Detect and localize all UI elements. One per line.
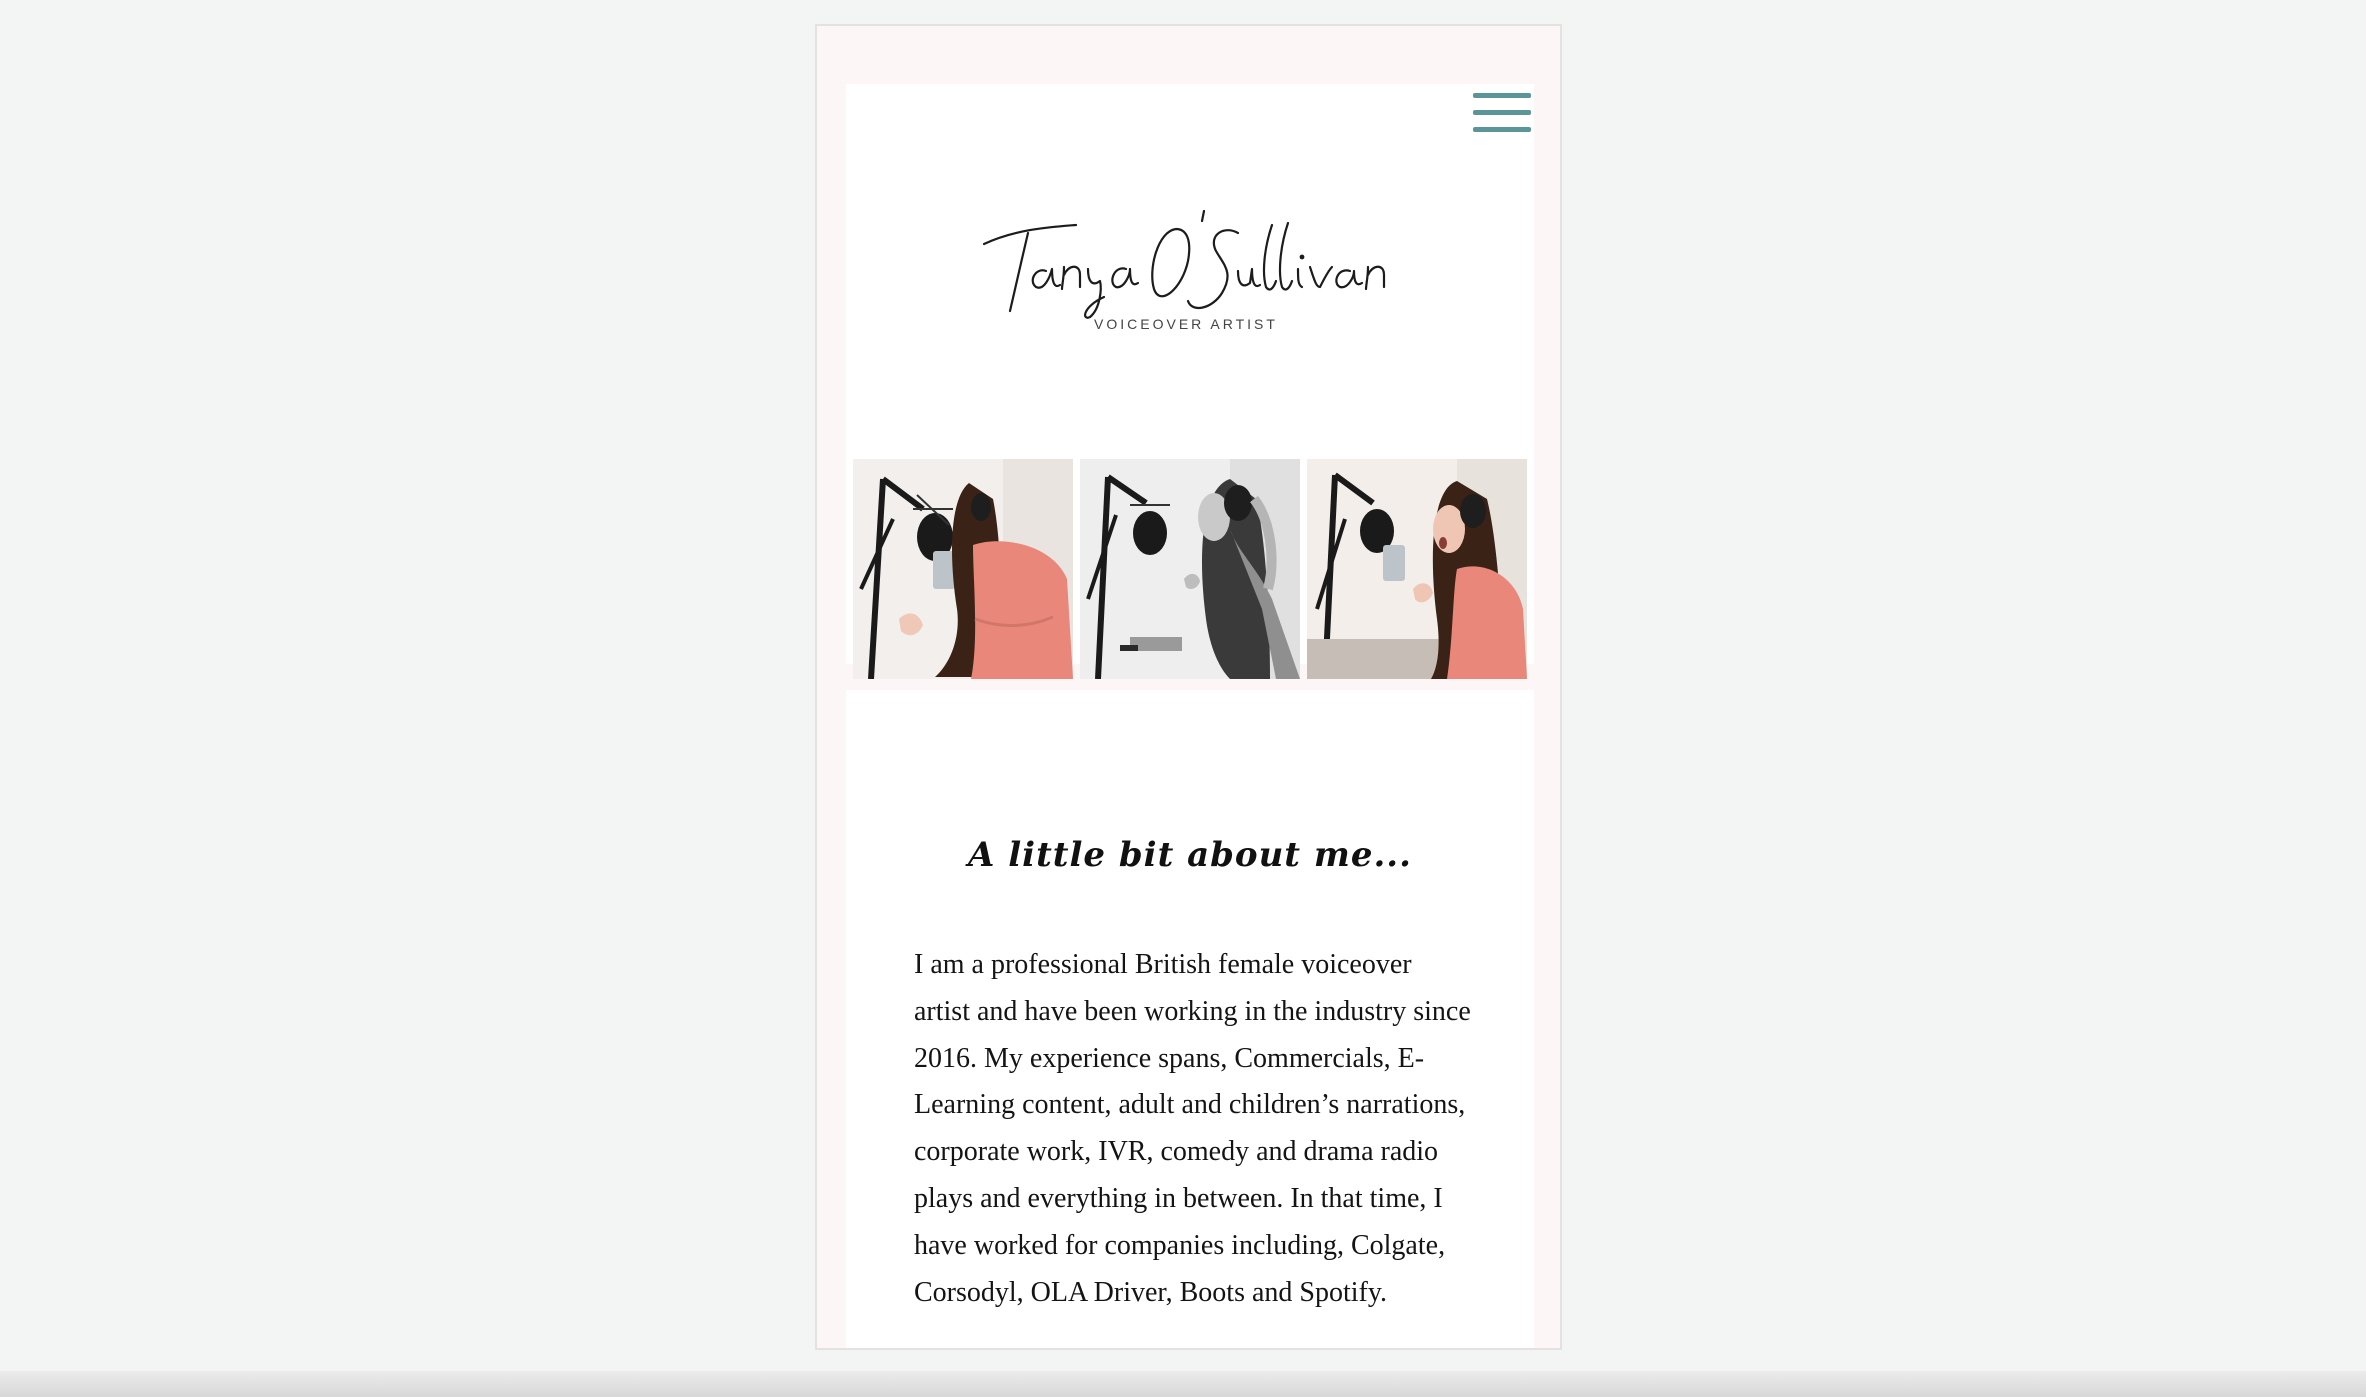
about-heading: A little bit about me... bbox=[968, 835, 1412, 875]
menu-line bbox=[1473, 110, 1531, 115]
studio-photo-3-image bbox=[1307, 459, 1527, 679]
mobile-viewport: VOICEOVER ARTIST A little bit about me..… bbox=[815, 24, 1562, 1350]
logo-tagline: VOICEOVER ARTIST bbox=[1094, 316, 1278, 332]
studio-photo-2-image bbox=[1080, 459, 1300, 679]
studio-photo-2[interactable] bbox=[1080, 459, 1300, 679]
site-header: VOICEOVER ARTIST bbox=[846, 84, 1534, 679]
studio-photo-3[interactable] bbox=[1307, 459, 1527, 679]
window-bottom-bar bbox=[0, 1371, 2366, 1397]
about-section: A little bit about me... I am a professi… bbox=[846, 690, 1534, 1348]
menu-line bbox=[1473, 93, 1531, 98]
site-logo[interactable] bbox=[976, 189, 1396, 329]
studio-photo-1[interactable] bbox=[853, 459, 1073, 679]
menu-line bbox=[1473, 127, 1531, 132]
about-body-text: I am a professional British female voice… bbox=[914, 949, 1471, 1308]
photo-gallery bbox=[853, 459, 1527, 679]
studio-photo-1-image bbox=[853, 459, 1073, 679]
signature-logo-graphic bbox=[982, 209, 1386, 319]
hamburger-menu-button[interactable] bbox=[1473, 89, 1531, 137]
